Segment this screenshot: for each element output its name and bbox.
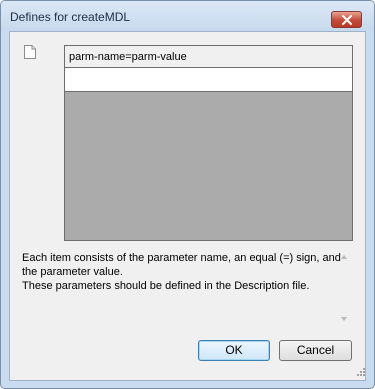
grid-edit-row[interactable] — [65, 68, 352, 92]
grid-column-header[interactable]: parm-name=parm-value — [65, 46, 352, 68]
description-text: Each item consists of the parameter name… — [22, 251, 344, 326]
close-button[interactable] — [331, 11, 362, 28]
scroll-down-icon[interactable] — [341, 317, 347, 321]
document-icon — [24, 45, 36, 59]
dialog-window: Defines for createMDL parm-name=parm-val… — [0, 0, 375, 389]
description-line: Each item consists of the parameter name… — [22, 252, 341, 264]
description-line: These parameters should be defined in th… — [22, 280, 310, 292]
title-bar[interactable]: Defines for createMDL — [1, 1, 374, 31]
window-title: Defines for createMDL — [10, 10, 131, 24]
ok-button[interactable]: OK — [198, 340, 270, 361]
scroll-up-icon[interactable] — [341, 255, 347, 259]
size-grip-icon[interactable] — [357, 368, 366, 377]
description-scrollbar[interactable] — [338, 251, 352, 329]
cancel-button[interactable]: Cancel — [279, 340, 352, 361]
description-line: the parameter value. — [22, 266, 123, 278]
dialog-client: parm-name=parm-value Each item consists … — [9, 31, 366, 381]
close-icon — [342, 15, 352, 25]
defines-grid[interactable]: parm-name=parm-value — [64, 45, 353, 241]
